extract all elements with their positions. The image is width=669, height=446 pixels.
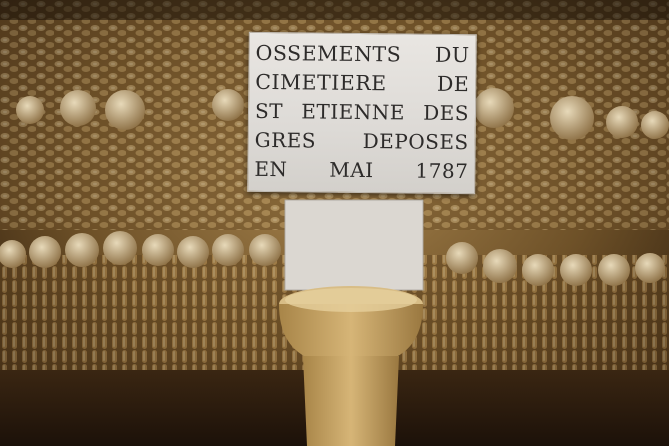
catacomb-scene: OSSEMENTS DU CIMETIERE DE ST ETIENNE DES… [0, 0, 669, 446]
plaque-line-2: CIMETIERE DE [255, 69, 470, 97]
plaque-line-3: ST ETIENNE DES [254, 98, 470, 126]
plaque-line-5: EN MAI 1787 [254, 156, 469, 184]
inscription-plaque: OSSEMENTS DU CIMETIERE DE ST ETIENNE DES… [247, 31, 477, 195]
plaque-line-1: OSSEMENTS DU [255, 40, 470, 68]
plaque-line-4: GRES DEPOSES [254, 127, 469, 155]
